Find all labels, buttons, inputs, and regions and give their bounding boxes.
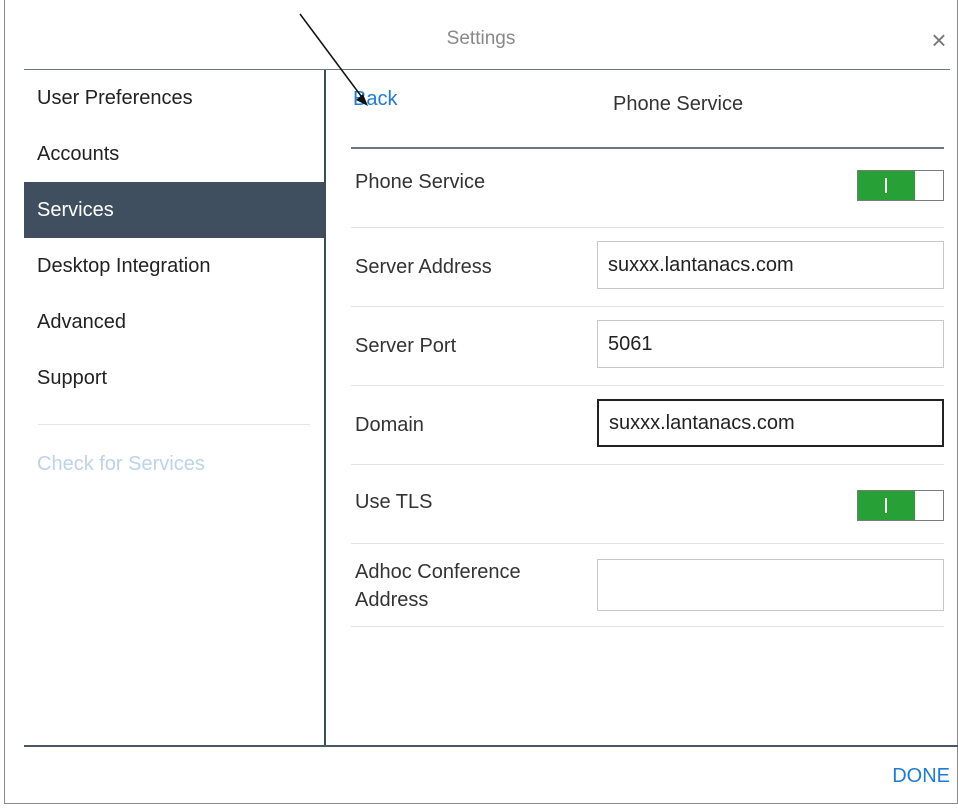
- server-address-input[interactable]: [597, 241, 944, 289]
- domain-label: Domain: [355, 414, 424, 436]
- footer-divider: [24, 745, 958, 747]
- server-address-row: Server Address: [351, 228, 944, 307]
- done-button[interactable]: DONE: [892, 765, 950, 788]
- sidebar-item-advanced[interactable]: Advanced: [24, 294, 324, 350]
- domain-input[interactable]: [597, 399, 944, 447]
- sidebar-item-desktop-integration[interactable]: Desktop Integration: [24, 238, 324, 294]
- toggle-on-mark: [885, 178, 887, 193]
- toggle-on-mark: [885, 498, 887, 513]
- check-for-services-link[interactable]: Check for Services: [24, 453, 324, 476]
- adhoc-conference-row: Adhoc Conference Address: [351, 544, 944, 627]
- use-tls-toggle[interactable]: [857, 490, 944, 521]
- adhoc-label-line1: Adhoc Conference: [355, 561, 521, 583]
- server-port-input[interactable]: [597, 320, 944, 368]
- domain-row: Domain: [351, 386, 944, 465]
- server-address-label: Server Address: [355, 256, 492, 278]
- window-title: Settings: [446, 28, 516, 49]
- close-icon[interactable]: ×: [927, 27, 951, 53]
- sidebar-item-support[interactable]: Support: [24, 350, 324, 406]
- sidebar-item-user-preferences[interactable]: User Preferences: [24, 70, 324, 126]
- sidebar-divider: [38, 424, 310, 425]
- page-title: Phone Service: [613, 93, 744, 115]
- sidebar-item-accounts[interactable]: Accounts: [24, 126, 324, 182]
- phone-service-label: Phone Service: [355, 171, 486, 193]
- sidebar-item-services[interactable]: Services: [24, 182, 324, 238]
- adhoc-label-line2: Address: [355, 589, 429, 611]
- back-link[interactable]: Back: [353, 88, 397, 111]
- server-port-row: Server Port: [351, 307, 944, 386]
- adhoc-conference-label: Adhoc Conference Address: [355, 558, 521, 614]
- phone-service-toggle[interactable]: [857, 170, 944, 201]
- use-tls-row: Use TLS: [351, 465, 944, 544]
- settings-sidebar: User Preferences Accounts Services Deskt…: [24, 70, 326, 745]
- service-settings-panel: Back Phone Service Phone Service Server …: [351, 70, 944, 745]
- adhoc-conference-input[interactable]: [597, 559, 944, 611]
- use-tls-label: Use TLS: [355, 491, 433, 513]
- phone-service-row: Phone Service: [351, 149, 944, 228]
- server-port-label: Server Port: [355, 335, 457, 357]
